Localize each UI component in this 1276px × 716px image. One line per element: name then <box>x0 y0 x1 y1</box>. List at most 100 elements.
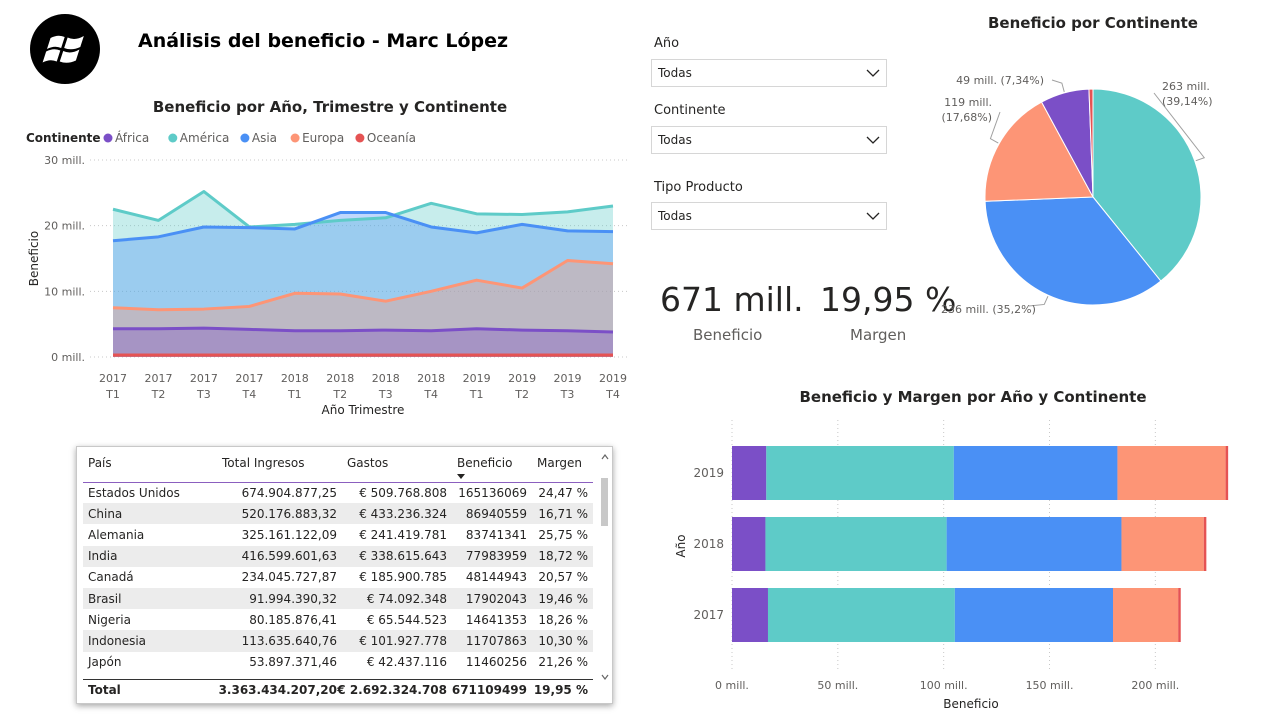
table-cell: 113.635.640,76 <box>217 630 342 652</box>
table-cell: € 433.236.324 <box>342 503 452 525</box>
column-header-gastos[interactable]: Gastos <box>342 453 452 483</box>
table-row[interactable]: Alemania 325.161.122,09 € 241.419.781 83741… <box>83 524 593 545</box>
legend-item-america[interactable]: América <box>168 131 229 145</box>
table-cell: 674.904.877,25 <box>241 485 337 500</box>
table-cell: 25,75 % <box>538 527 588 542</box>
chevron-down-icon <box>866 212 880 220</box>
bar-segment-2017-america[interactable] <box>767 588 955 642</box>
table-cell: 91.994.390,32 <box>217 587 342 610</box>
table-row[interactable]: India 416.599.601,63 € 338.615.643 77983959… <box>83 545 593 567</box>
pie-data-label-asia: 236 mill. (35,2%) <box>941 303 1036 316</box>
pie-label-value: 263 mill. <box>1162 80 1210 93</box>
table-row[interactable]: Estados Unidos 674.904.877,25 € 509.768.80… <box>83 482 593 503</box>
y-tick-label: 30 mill. <box>44 154 85 167</box>
table-cell: 21,26 % <box>538 655 588 670</box>
chevron-down-icon <box>866 136 880 144</box>
x-tick-year: 2017 <box>235 372 263 385</box>
profit-table[interactable]: País Total Ingresos Gastos Beneficio Mar… <box>76 446 613 704</box>
total-gastos: € 2.692.324.708 <box>337 683 447 697</box>
column-header-pais[interactable]: País <box>83 453 217 483</box>
bar-segment-2019-oceania[interactable] <box>1225 446 1229 500</box>
bar-segment-2018-africa[interactable] <box>732 517 766 571</box>
x-tick-label: 2018 T3 <box>372 372 400 401</box>
bar-segment-2017-africa[interactable] <box>732 588 768 642</box>
x-tick-label: 2018 T1 <box>281 372 309 401</box>
x-tick-label: 200 mill. <box>1131 679 1179 692</box>
x-tick-label: 2018 T2 <box>326 372 354 401</box>
total-margen: 19,95 % <box>533 683 588 697</box>
legend-item-oceania[interactable]: Oceanía <box>355 131 416 145</box>
chevron-down-icon <box>866 69 880 77</box>
table-cell: € 42.437.116 <box>366 655 447 670</box>
table-row[interactable]: Canadá 234.045.727,87 € 185.900.785 4814494… <box>83 567 593 588</box>
legend-label: Europa <box>302 131 344 145</box>
column-header-margen[interactable]: Margen <box>532 453 593 483</box>
legend-marker <box>103 133 113 143</box>
x-tick-label: 2019 T4 <box>599 372 627 401</box>
bar-segment-2017-asia[interactable] <box>954 588 1113 642</box>
bar-segment-2018-asia[interactable] <box>946 517 1122 571</box>
table-cell: € 185.900.785 <box>359 570 447 585</box>
bar-segment-2018-europa[interactable] <box>1121 517 1204 571</box>
table-row[interactable]: Nigeria 80.185.876,41 € 65.544.523 14641353… <box>83 609 593 630</box>
bar-segment-2017-oceania[interactable] <box>1178 588 1181 642</box>
slicer-continente-value: Todas <box>658 133 692 147</box>
column-header-beneficio-label: Beneficio <box>457 456 513 470</box>
table-cell: Canadá <box>88 570 134 585</box>
legend-title: Continente <box>26 131 101 145</box>
table-cell: 20,57 % <box>538 570 588 585</box>
windows-logo-icon <box>30 14 100 84</box>
legend-item-africa[interactable]: África <box>103 130 150 145</box>
table-cell: € 101.927.778 <box>342 630 452 652</box>
table-row[interactable]: Brasil 91.994.390,32 € 74.092.348 17902043 1… <box>83 587 593 610</box>
legend-item-europa[interactable]: Europa <box>290 131 345 145</box>
legend-label: África <box>115 130 149 145</box>
slicer-tipo-producto-dropdown[interactable]: Todas <box>651 202 887 230</box>
pie-label-percent: (17,68%) <box>941 111 992 124</box>
bar-segment-2017-europa[interactable] <box>1113 588 1179 642</box>
table-row[interactable]: Japón 53.897.371,46 € 42.437.116 11460256 21… <box>83 652 593 673</box>
bar-segment-2019-europa[interactable] <box>1117 446 1226 500</box>
x-tick-quarter: T1 <box>287 388 302 401</box>
slicer-anio-dropdown[interactable]: Todas <box>651 59 887 87</box>
x-tick-label: 2017 T2 <box>144 372 172 401</box>
pie-chart-title: Beneficio por Continente <box>988 14 1198 32</box>
slicer-continente-dropdown[interactable]: Todas <box>651 126 887 154</box>
x-tick-label: 2018 T4 <box>417 372 445 401</box>
column-header-total-ingresos[interactable]: Total Ingresos <box>217 453 342 483</box>
x-tick-quarter: T4 <box>242 388 257 401</box>
table-cell: Alemania <box>88 527 145 542</box>
bar-segment-2019-africa[interactable] <box>732 446 767 500</box>
x-tick-year: 2018 <box>281 372 309 385</box>
table-header-row: País Total Ingresos Gastos Beneficio Mar… <box>83 453 593 483</box>
table-total-row: Total 3.363.434.207,20 € 2.692.324.708 6… <box>83 679 593 701</box>
table-cell: 48144943 <box>465 570 527 585</box>
bar-chart[interactable]: 0 mill. 50 mill. 100 mill. 150 mill. 200 mil… <box>660 410 1276 716</box>
kpi-beneficio-label: Beneficio <box>693 326 763 344</box>
slicer-label-continente: Continente <box>654 103 726 118</box>
table-scrollbar[interactable] <box>599 453 611 683</box>
area-chart[interactable]: Continente África América Asia Europa Oceanía… <box>0 120 660 420</box>
slicer-label-tipo-producto: Tipo Producto <box>654 180 743 195</box>
table-cell: Japón <box>88 655 122 670</box>
pie-chart[interactable]: 263 mill. (39,14%) 236 mill. (35,2%) 119 mi… <box>900 40 1276 340</box>
table-row[interactable]: Indonesia 113.635.640,76 € 101.927.778 1170… <box>83 630 593 652</box>
column-header-beneficio[interactable]: Beneficio <box>452 453 532 483</box>
x-tick-quarter: T4 <box>423 388 438 401</box>
bar-segment-2018-oceania[interactable] <box>1203 517 1207 571</box>
bar-segment-2019-america[interactable] <box>766 446 954 500</box>
scroll-down-icon[interactable] <box>601 674 609 680</box>
legend-item-asia[interactable]: Asia <box>240 131 277 145</box>
table-cell: € 74.092.348 <box>342 587 452 610</box>
bar-segment-2019-asia[interactable] <box>953 446 1118 500</box>
area-fill-africa <box>113 328 613 357</box>
scroll-thumb[interactable] <box>601 478 608 526</box>
table-cell: 18,72 % <box>532 545 593 567</box>
table-cell: 18,26 % <box>538 612 588 627</box>
scroll-up-icon[interactable] <box>601 454 609 460</box>
table-cell: 16,71 % <box>532 503 593 525</box>
table-row[interactable]: China 520.176.883,32 € 433.236.324 86940559… <box>83 503 593 525</box>
x-tick-quarter: T2 <box>332 388 347 401</box>
bar-segment-2018-america[interactable] <box>765 517 947 571</box>
x-tick-label: 150 mill. <box>1026 679 1074 692</box>
